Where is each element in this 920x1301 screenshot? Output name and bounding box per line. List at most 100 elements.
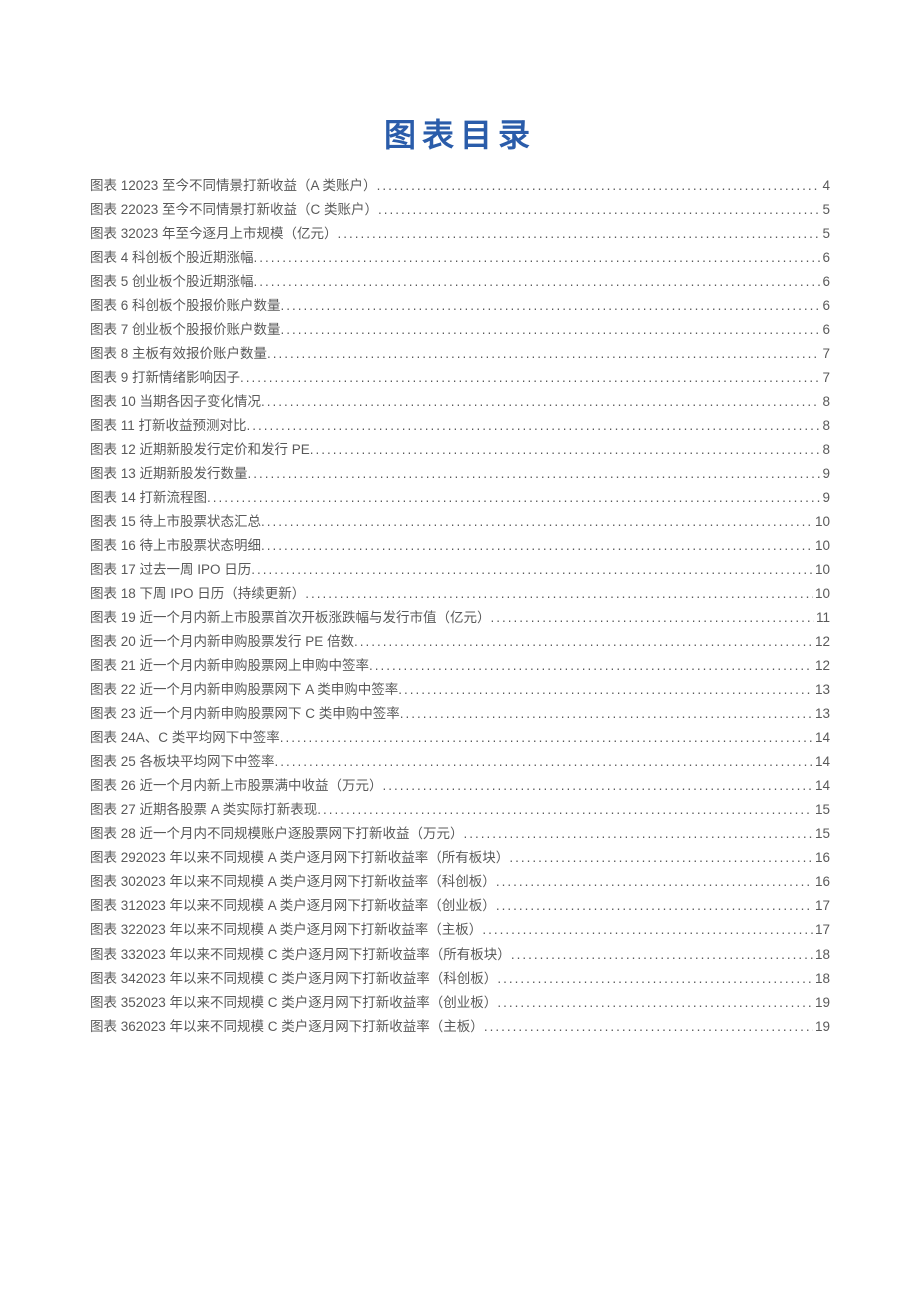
toc-leader-dots [383,774,813,798]
toc-leader-dots [281,294,821,318]
toc-leader-dots [254,246,821,270]
toc-leader-dots [511,943,813,967]
toc-entry-page: 6 [820,270,830,294]
toc-entry-label: 图表 28 近一个月内不同规模账户逐股票网下打新收益（万元） [90,822,464,846]
toc-leader-dots [497,991,813,1015]
toc-entry-page: 15 [813,822,830,846]
toc-entry: 图表 27 近期各股票 A 类实际打新表现15 [90,798,830,822]
toc-entry: 图表 7 创业板个股报价账户数量6 [90,318,830,342]
toc-entry-page: 17 [813,918,830,942]
toc-leader-dots [261,534,813,558]
toc-leader-dots [509,846,813,870]
toc-entry-page: 8 [820,414,830,438]
toc-entry-page: 9 [820,486,830,510]
page-title: 图表目录 [90,110,830,156]
toc-entry: 图表 20 近一个月内新申购股票发行 PE 倍数12 [90,630,830,654]
toc-entry-label: 图表 26 近一个月内新上市股票满中收益（万元） [90,774,383,798]
toc-leader-dots [354,630,813,654]
toc-entry: 图表 342023 年以来不同规模 C 类户逐月网下打新收益率（科创板） 18 [90,967,830,991]
toc-leader-dots [369,654,813,678]
toc-leader-dots [398,678,813,702]
table-of-contents: 图表 12023 至今不同情景打新收益（A 类账户）4图表 22023 至今不同… [90,174,830,1039]
toc-leader-dots [280,726,813,750]
toc-entry-label: 图表 332023 年以来不同规模 C 类户逐月网下打新收益率（所有板块） [90,943,511,967]
toc-leader-dots [484,1015,813,1039]
toc-entry-page: 15 [813,798,830,822]
toc-entry-label: 图表 7 创业板个股报价账户数量 [90,318,281,342]
toc-entry-page: 14 [813,726,830,750]
toc-entry: 图表 11 打新收益预测对比 8 [90,414,830,438]
toc-entry-page: 8 [820,390,830,414]
toc-entry: 图表 302023 年以来不同规模 A 类户逐月网下打新收益率（科创板）16 [90,870,830,894]
toc-entry-page: 14 [813,774,830,798]
toc-entry-page: 10 [813,558,830,582]
toc-entry-label: 图表 22023 至今不同情景打新收益（C 类账户） [90,198,378,222]
toc-entry-page: 16 [813,846,830,870]
toc-entry-page: 7 [820,342,830,366]
toc-entry-page: 6 [820,246,830,270]
toc-entry: 图表 6 科创板个股报价账户数量 6 [90,294,830,318]
toc-entry-label: 图表 17 过去一周 IPO 日历 [90,558,251,582]
toc-entry: 图表 22 近一个月内新申购股票网下 A 类申购中签率 13 [90,678,830,702]
toc-entry-label: 图表 24A、C 类平均网下中签率 [90,726,280,750]
toc-entry-label: 图表 292023 年以来不同规模 A 类户逐月网下打新收益率（所有板块） [90,846,509,870]
toc-entry-page: 11 [814,606,830,630]
toc-entry-page: 18 [813,967,830,991]
toc-entry-label: 图表 20 近一个月内新申购股票发行 PE 倍数 [90,630,354,654]
toc-entry: 图表 32023 年至今逐月上市规模（亿元） 5 [90,222,830,246]
toc-leader-dots [240,366,820,390]
toc-entry-page: 19 [813,1015,830,1039]
toc-leader-dots [267,342,820,366]
toc-leader-dots [305,582,813,606]
toc-entry: 图表 13 近期新股发行数量9 [90,462,830,486]
toc-entry: 图表 9 打新情绪影响因子7 [90,366,830,390]
toc-entry-page: 10 [813,534,830,558]
toc-leader-dots [378,198,820,222]
toc-entry-label: 图表 4 科创板个股近期涨幅 [90,246,254,270]
toc-entry-label: 图表 322023 年以来不同规模 A 类户逐月网下打新收益率（主板） [90,918,482,942]
toc-entry-label: 图表 23 近一个月内新申购股票网下 C 类申购中签率 [90,702,400,726]
toc-leader-dots [317,798,813,822]
toc-leader-dots [310,438,821,462]
toc-entry: 图表 4 科创板个股近期涨幅 6 [90,246,830,270]
toc-entry: 图表 12 近期新股发行定价和发行 PE8 [90,438,830,462]
toc-entry: 图表 19 近一个月内新上市股票首次开板涨跌幅与发行市值（亿元） 11 [90,606,830,630]
toc-entry: 图表 322023 年以来不同规模 A 类户逐月网下打新收益率（主板） 17 [90,918,830,942]
toc-entry-page: 14 [813,750,830,774]
toc-entry-page: 13 [813,678,830,702]
toc-entry-page: 16 [813,870,830,894]
toc-leader-dots [251,558,813,582]
toc-leader-dots [281,318,821,342]
toc-entry-page: 18 [813,943,830,967]
toc-entry-page: 7 [820,366,830,390]
toc-entry: 图表 12023 至今不同情景打新收益（A 类账户） 4 [90,174,830,198]
toc-entry-label: 图表 32023 年至今逐月上市规模（亿元） [90,222,338,246]
toc-leader-dots [496,894,813,918]
toc-entry-label: 图表 342023 年以来不同规模 C 类户逐月网下打新收益率（科创板） [90,967,497,991]
toc-entry: 图表 14 打新流程图 9 [90,486,830,510]
toc-entry-page: 5 [820,222,830,246]
toc-entry-page: 9 [820,462,830,486]
toc-leader-dots [400,702,813,726]
toc-entry: 图表 23 近一个月内新申购股票网下 C 类申购中签率13 [90,702,830,726]
toc-entry: 图表 22023 至今不同情景打新收益（C 类账户） 5 [90,198,830,222]
toc-entry-label: 图表 22 近一个月内新申购股票网下 A 类申购中签率 [90,678,398,702]
toc-entry: 图表 25 各板块平均网下中签率14 [90,750,830,774]
toc-entry-page: 5 [820,198,830,222]
toc-leader-dots [247,414,821,438]
toc-entry-label: 图表 12023 至今不同情景打新收益（A 类账户） [90,174,377,198]
toc-entry-page: 4 [820,174,830,198]
toc-entry-label: 图表 6 科创板个股报价账户数量 [90,294,281,318]
toc-leader-dots [261,510,813,534]
toc-entry: 图表 5 创业板个股近期涨幅6 [90,270,830,294]
toc-entry-page: 12 [813,654,830,678]
toc-leader-dots [491,606,814,630]
toc-leader-dots [496,870,813,894]
toc-entry-label: 图表 11 打新收益预测对比 [90,414,247,438]
toc-entry: 图表 16 待上市股票状态明细10 [90,534,830,558]
toc-entry: 图表 17 过去一周 IPO 日历 10 [90,558,830,582]
toc-leader-dots [261,390,820,414]
toc-entry-label: 图表 19 近一个月内新上市股票首次开板涨跌幅与发行市值（亿元） [90,606,491,630]
toc-entry-page: 6 [820,294,830,318]
toc-entry-label: 图表 14 打新流程图 [90,486,207,510]
